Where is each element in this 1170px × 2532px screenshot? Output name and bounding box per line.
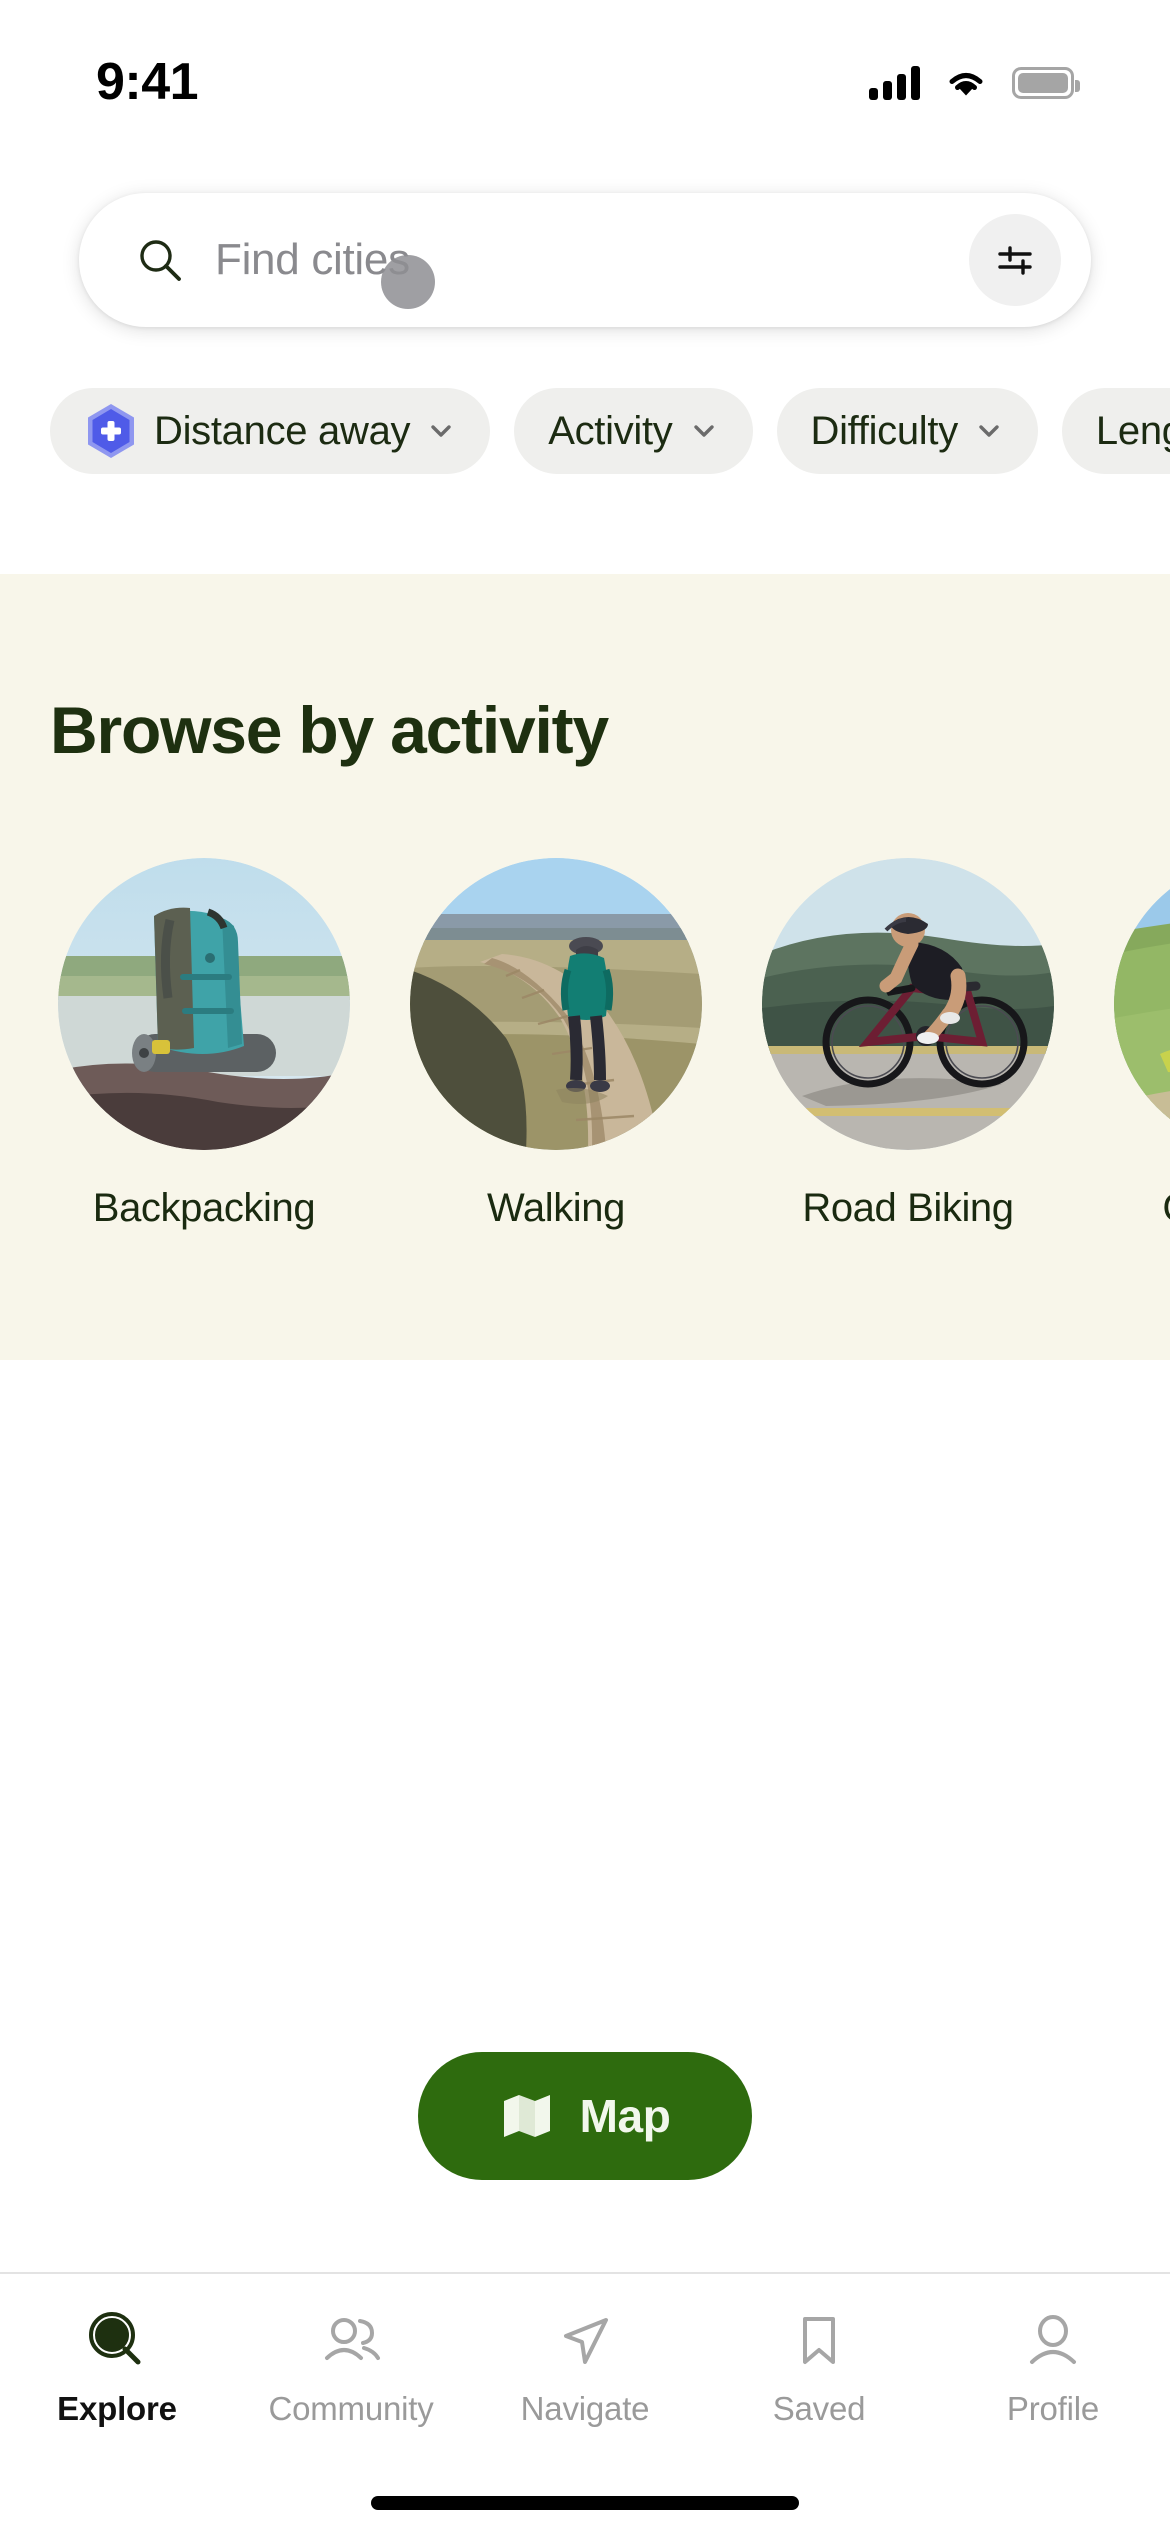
person-icon [1030,2315,1076,2364]
activity-thumbnail [1114,858,1170,1150]
activity-label: Backpacking [92,1186,316,1230]
home-indicator[interactable] [371,2496,799,2510]
browse-by-activity-section: Browse by activity Backpacking Walking R… [0,574,1170,1360]
plus-hexagon-icon [88,404,134,458]
search-bar[interactable]: Find cities [79,193,1091,327]
tab-profile[interactable]: Profile [936,2310,1170,2428]
bottom-tab-bar[interactable]: Explore Community Navigate Saved Profile [0,2272,1170,2462]
app-screen: 9:41 Find cities Distance away Activity … [0,0,1170,2532]
battery-full-icon [1012,67,1080,99]
map-icon [503,2095,550,2137]
status-icons [869,50,1080,100]
person-walking-boardwalk-photo [410,858,702,1150]
cellular-signal-icon [869,66,920,100]
status-time: 9:41 [96,53,199,111]
tab-label: Explore [57,2390,177,2427]
activity-thumbnail [58,858,350,1150]
cyclist-on-road-photo [762,858,1054,1150]
activity-label: Walking [487,1186,625,1230]
offroad-vehicle-on-hill-photo [1114,858,1170,1150]
tab-community[interactable]: Community [234,2310,468,2428]
tab-label: Saved [772,2390,866,2427]
tab-explore[interactable]: Explore [0,2310,234,2428]
filter-chip-label: Activity [548,408,673,453]
search-input[interactable]: Find cities [215,235,969,285]
filter-chip-distance-away[interactable]: Distance away [50,388,491,474]
status-bar: 9:41 [0,0,1170,150]
activity-label: Off-roading [1163,1186,1170,1231]
filter-chip-label: Difficulty [810,408,959,453]
activity-label: Road Biking [802,1186,1014,1230]
activity-thumbnail [762,858,1054,1150]
search-container: Find cities [79,193,1091,339]
navigation-arrow-icon [564,2318,608,2364]
section-title: Browse by activity [50,693,609,767]
tab-label: Profile [1006,2390,1100,2427]
teal-backpack-on-rock-photo [58,858,350,1150]
touch-indicator [381,255,435,309]
filter-button[interactable] [969,214,1061,306]
search-icon [140,240,181,281]
activity-card-walking[interactable]: Walking [410,858,702,1278]
search-icon [89,2312,141,2365]
activity-card-road-biking[interactable]: Road Biking [762,858,1054,1278]
wifi-icon [949,73,983,96]
bookmark-icon [803,2317,835,2364]
tab-navigate[interactable]: Navigate [468,2310,702,2428]
filter-chip-difficulty[interactable]: Difficulty [776,388,1038,474]
activity-thumbnail [410,858,702,1150]
chevron-down-icon [979,425,999,437]
tab-label: Community [268,2390,434,2427]
activity-card-backpacking[interactable]: Backpacking [58,858,350,1278]
activity-card-off-roading[interactable]: Off-roading [1114,858,1170,1278]
filter-chip-row[interactable]: Distance away Activity Difficulty Length [0,388,1170,474]
tab-saved[interactable]: Saved [702,2310,936,2428]
tab-label: Navigate [520,2390,650,2427]
filter-chip-label: Distance away [154,408,411,453]
map-button[interactable]: Map [418,2052,752,2180]
activity-carousel[interactable]: Backpacking Walking Road Biking [0,858,1170,1278]
sliders-filter-icon [998,246,1032,275]
filter-chip-activity[interactable]: Activity [514,388,753,474]
chevron-down-icon [693,425,714,437]
people-icon [325,2318,380,2360]
filter-chip-length[interactable]: Length [1061,388,1170,474]
chevron-down-icon [431,425,451,437]
filter-chip-label: Length [1095,408,1170,453]
map-button-label: Map [579,2090,671,2142]
